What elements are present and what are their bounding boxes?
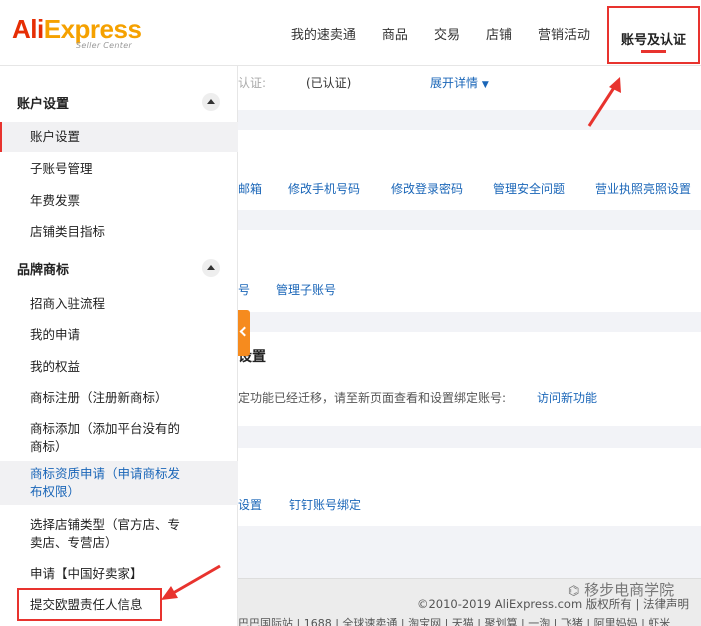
- manage-subaccount-link[interactable]: 管理子账号: [276, 281, 336, 298]
- sidebar-item-eu-representative[interactable]: 提交欧盟责任人信息: [17, 588, 162, 621]
- sidebar-item-my-rights[interactable]: 我的权益: [0, 358, 238, 376]
- sidebar: 账户设置 账户设置 子账号管理 年费发票 店铺类目指标 品牌商标 招商入驻流程 …: [0, 66, 238, 626]
- subaccount-link-partial[interactable]: 号: [238, 281, 250, 298]
- main-content: 认证: (已认证) 展开详情 ▼ 邮箱 修改手机号码 修改登录密码 管理安全问题…: [238, 66, 701, 626]
- sidebar-group-brand[interactable]: 品牌商标: [0, 250, 238, 284]
- sidebar-item-invoice[interactable]: 年费发票: [0, 192, 238, 210]
- auth-status: (已认证): [306, 76, 352, 90]
- sidebar-group-title: 品牌商标: [17, 263, 70, 278]
- nav-orders[interactable]: 交易: [421, 24, 473, 43]
- caret-down-icon: ▼: [481, 80, 489, 90]
- logo-subtitle: Seller Center: [76, 41, 133, 50]
- subaccount-row: [238, 230, 701, 312]
- nav-account-auth[interactable]: 账号及认证: [606, 6, 700, 64]
- sidebar-item-onboarding[interactable]: 招商入驻流程: [0, 295, 238, 313]
- section-gap: [238, 426, 701, 448]
- sidebar-group-title: 账户设置: [17, 97, 70, 112]
- other-row: [238, 448, 701, 526]
- nav-store[interactable]: 店铺: [473, 24, 525, 43]
- sidebar-item-subaccount[interactable]: 子账号管理: [0, 160, 238, 178]
- chevron-up-icon[interactable]: [202, 259, 220, 277]
- security-row: [238, 130, 701, 210]
- top-bar: AliExpress Seller Center 我的速卖通 商品 交易 店铺 …: [0, 0, 701, 66]
- footer: ©2010-2019 AliExpress.com 版权所有 | 法律声明 巴巴…: [238, 578, 701, 626]
- sidebar-item-trademark-add[interactable]: 商标添加（添加平台没有的 商标）: [0, 420, 238, 456]
- section-gap: [238, 110, 701, 130]
- settings-link-partial[interactable]: 设置: [238, 496, 262, 513]
- binding-row: [238, 332, 701, 426]
- binding-text: 定功能已经迁移，请至新页面查看和设置绑定账号:: [238, 391, 507, 405]
- sidebar-item-my-applications[interactable]: 我的申请: [0, 326, 238, 344]
- expand-details-link[interactable]: 展开详情 ▼: [430, 74, 489, 91]
- sidebar-group-account[interactable]: 账户设置: [0, 84, 238, 118]
- annotation-arrow-icon: [161, 564, 221, 600]
- section-gap: [238, 312, 701, 332]
- security-link-phone[interactable]: 修改手机号码: [288, 180, 360, 197]
- dingtalk-binding-link[interactable]: 钉钉账号绑定: [289, 496, 361, 513]
- security-link-email[interactable]: 邮箱: [238, 180, 262, 197]
- chevron-up-icon[interactable]: [202, 93, 220, 111]
- section-gap: [238, 210, 701, 230]
- security-link-license[interactable]: 营业执照亮照设置: [595, 180, 691, 197]
- active-underline: [640, 50, 666, 53]
- auth-row: 认证: (已认证) 展开详情 ▼: [238, 66, 701, 110]
- sidebar-item-trademark-qualification[interactable]: 商标资质申请（申请商标发 布权限）: [0, 461, 238, 505]
- footer-links[interactable]: 巴巴国际站 | 1688 | 全球速卖通 | 淘宝网 | 天猫 | 聚划算 | …: [238, 615, 670, 626]
- annotation-arrow-icon: [587, 77, 621, 127]
- sidebar-item-account-settings[interactable]: 账户设置: [0, 122, 238, 152]
- security-link-question[interactable]: 管理安全问题: [493, 180, 565, 197]
- main-nav: 我的速卖通 商品 交易 店铺 营销活动 账号及认证: [278, 0, 701, 66]
- sidebar-item-category-index[interactable]: 店铺类目指标: [0, 223, 238, 241]
- visit-new-feature-link[interactable]: 访问新功能: [537, 389, 597, 406]
- security-link-password[interactable]: 修改登录密码: [391, 180, 463, 197]
- sidebar-item-trademark-register[interactable]: 商标注册（注册新商标）: [0, 389, 238, 407]
- watermark: ⌬ 移步电商学院: [568, 581, 675, 599]
- nav-my-aliexpress[interactable]: 我的速卖通: [278, 24, 369, 43]
- sidebar-item-store-type[interactable]: 选择店铺类型（官方店、专 卖店、专营店）: [0, 516, 238, 552]
- nav-marketing[interactable]: 营销活动: [525, 24, 603, 43]
- nav-products[interactable]: 商品: [369, 24, 421, 43]
- wechat-icon: ⌬: [568, 584, 580, 599]
- auth-label: 认证:: [238, 76, 267, 90]
- collapse-sidebar-button[interactable]: [238, 310, 250, 356]
